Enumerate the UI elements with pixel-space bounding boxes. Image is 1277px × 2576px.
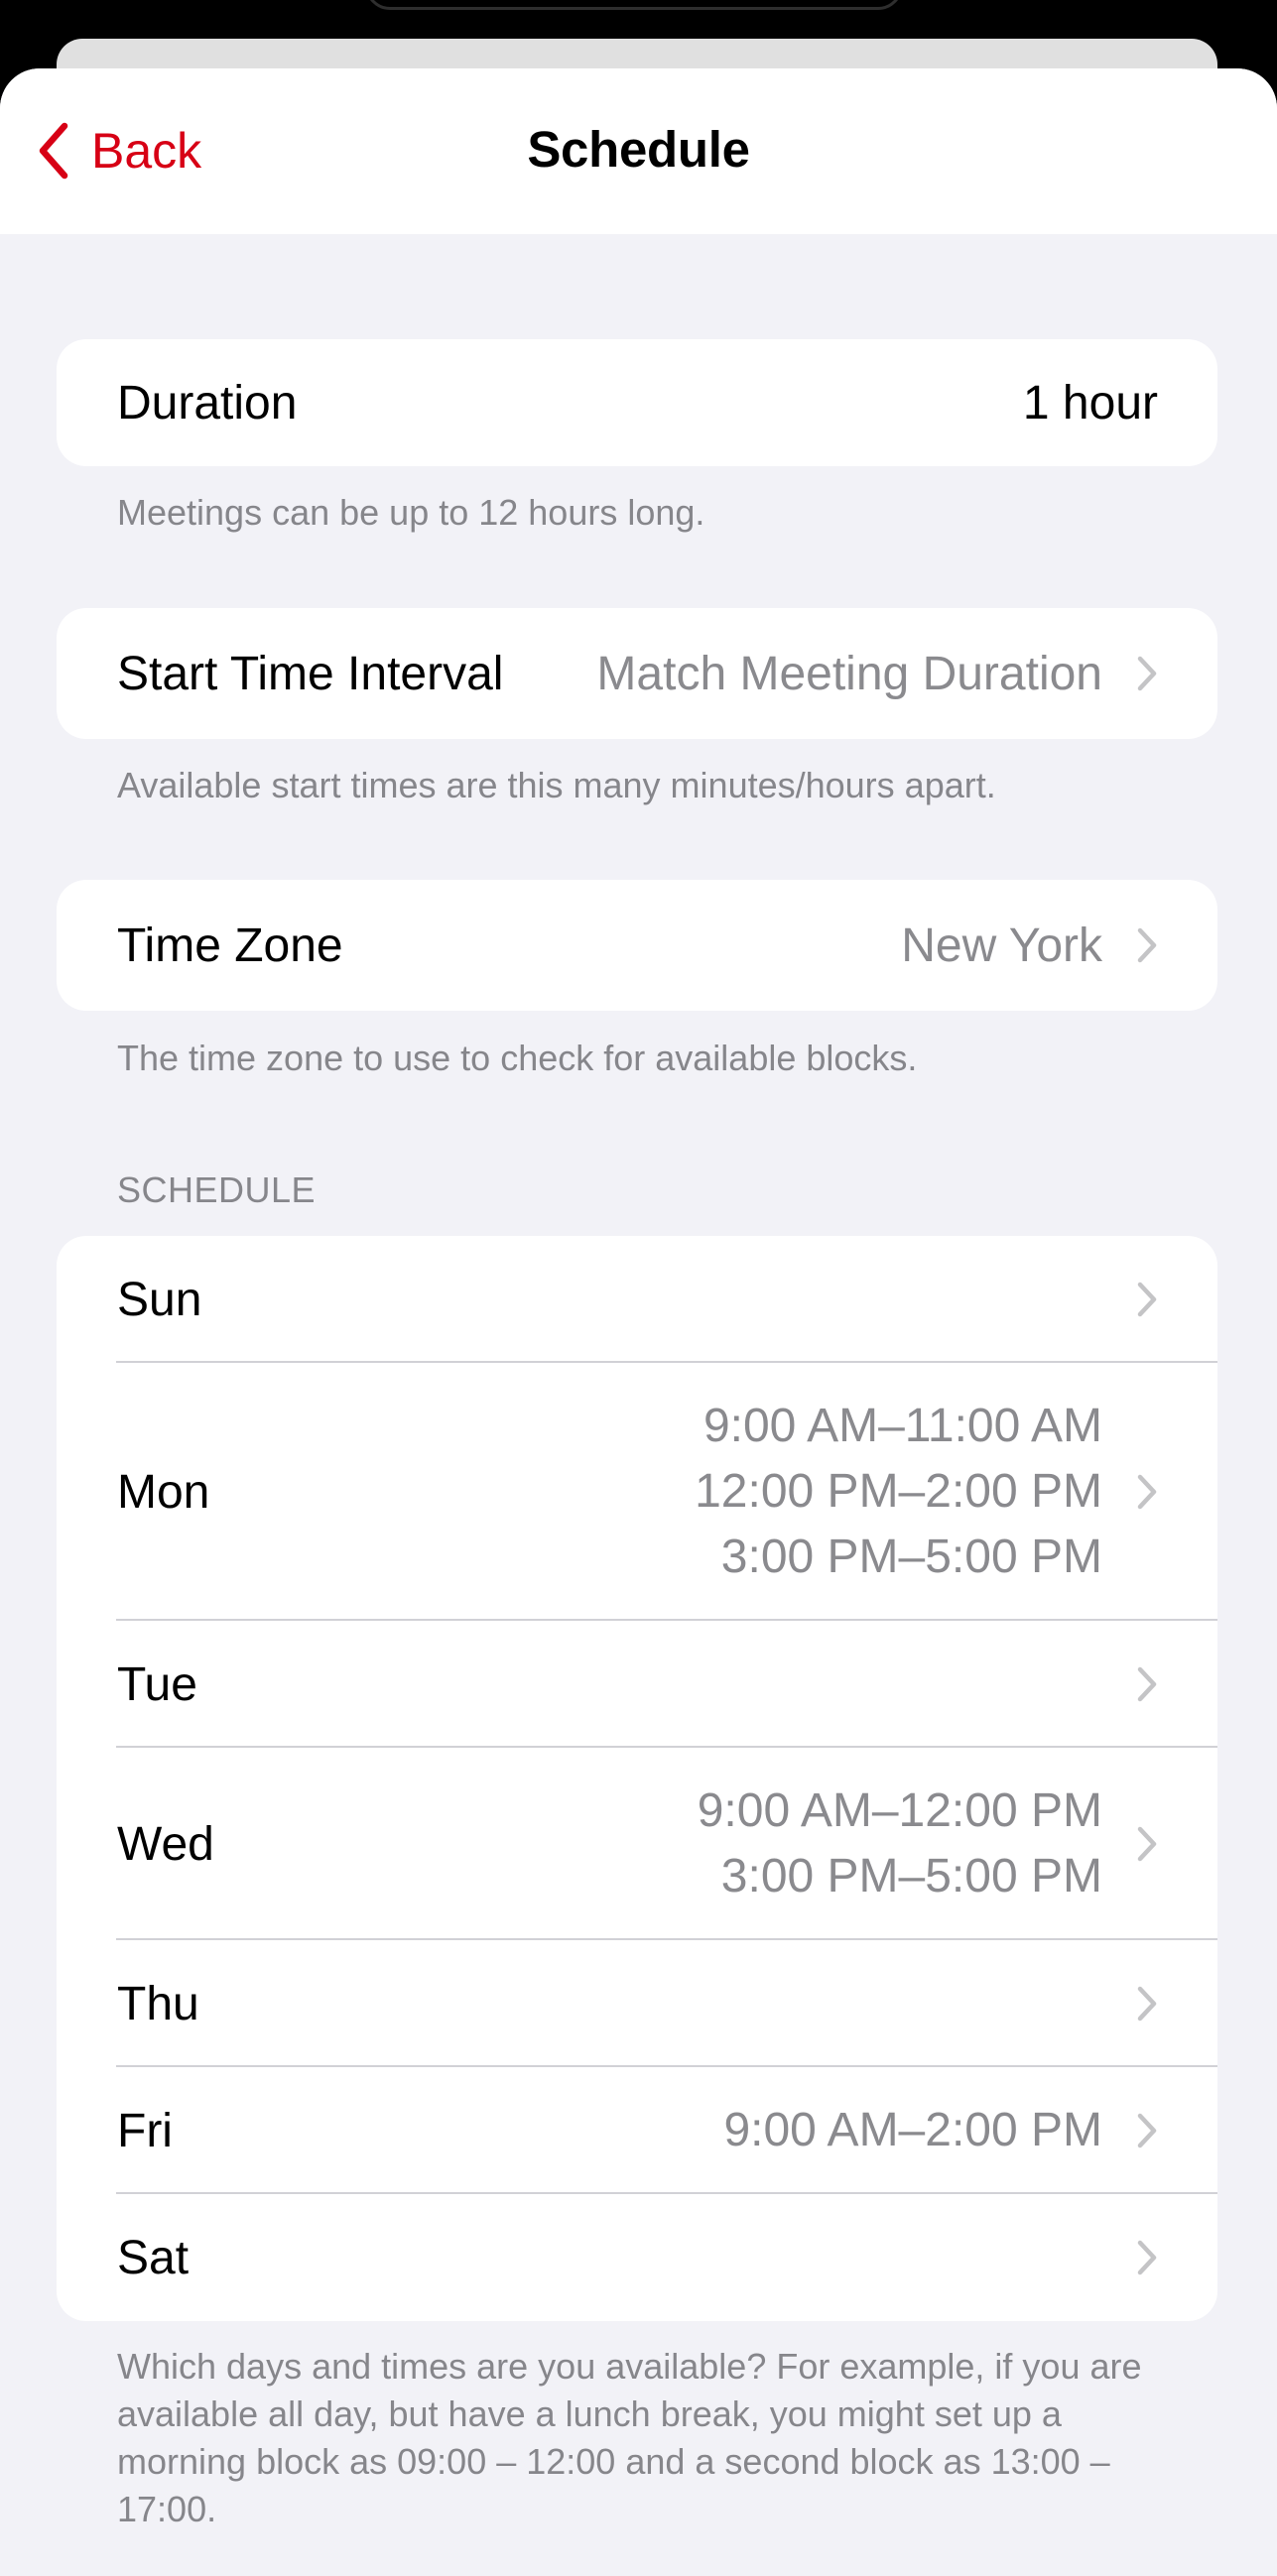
chevron-right-icon (1137, 1666, 1157, 1702)
day-label: Wed (117, 1817, 214, 1871)
day-value-group: 9:00 AM–12:00 PM 3:00 PM–5:00 PM (698, 1779, 1158, 1909)
time-block: 3:00 PM–5:00 PM (720, 1531, 1102, 1583)
start-time-interval-row[interactable]: Start Time Interval Match Meeting Durati… (57, 608, 1217, 739)
day-value-group (1102, 1665, 1158, 1703)
day-label: Sat (117, 2231, 190, 2284)
time-zone-row[interactable]: Time Zone New York (57, 880, 1217, 1011)
time-block: 3:00 PM–5:00 PM (720, 1850, 1102, 1902)
schedule-section-header: SCHEDULE (117, 1169, 317, 1210)
day-value-group (1102, 1281, 1158, 1318)
schedule-day-row-sat[interactable]: Sat (57, 2194, 1217, 2321)
day-value-group (1102, 2239, 1158, 2276)
schedule-day-row-sun[interactable]: Sun (57, 1236, 1217, 1363)
chevron-right-icon (1137, 1986, 1157, 2022)
time-blocks: 9:00 AM–12:00 PM 3:00 PM–5:00 PM (698, 1779, 1102, 1909)
day-value-group (1102, 1985, 1158, 2023)
chevron-right-icon (1137, 1826, 1157, 1862)
time-zone-card: Time Zone New York (57, 880, 1217, 1011)
time-blocks: 9:00 AM–2:00 PM (723, 2098, 1102, 2163)
dynamic-island (365, 0, 903, 10)
start-time-interval-value: Match Meeting Duration (596, 647, 1102, 700)
day-value-group: 9:00 AM–2:00 PM (723, 2098, 1158, 2163)
time-block: 9:00 AM–2:00 PM (723, 2104, 1102, 2156)
chevron-right-icon (1137, 656, 1157, 691)
start-time-interval-footnote: Available start times are this many minu… (117, 765, 996, 805)
schedule-footnote: Which days and times are you available? … (117, 2346, 1142, 2529)
duration-label: Duration (117, 376, 298, 429)
duration-footnote: Meetings can be up to 12 hours long. (117, 492, 705, 533)
chevron-right-icon (1137, 2240, 1157, 2275)
schedule-day-row-mon[interactable]: Mon 9:00 AM–11:00 AM 12:00 PM–2:00 PM 3:00 … (57, 1363, 1217, 1621)
time-zone-label: Time Zone (117, 919, 343, 972)
chevron-right-icon (1137, 927, 1157, 963)
day-label: Sun (117, 1273, 202, 1326)
day-value-group: 9:00 AM–11:00 AM 12:00 PM–2:00 PM 3:00 PM–… (695, 1394, 1158, 1590)
day-label: Tue (117, 1657, 197, 1711)
start-time-interval-card: Start Time Interval Match Meeting Durati… (57, 608, 1217, 739)
chevron-right-icon (1137, 1282, 1157, 1317)
schedule-day-row-thu[interactable]: Thu (57, 1940, 1217, 2067)
day-label: Mon (117, 1465, 210, 1519)
start-time-interval-label: Start Time Interval (117, 647, 504, 700)
page-title: Schedule (527, 121, 750, 178)
schedule-sheet: Back Schedule Duration 1 hour Meetings c… (0, 68, 1277, 2576)
schedule-day-row-fri[interactable]: Fri 9:00 AM–2:00 PM (57, 2067, 1217, 2194)
schedule-day-row-tue[interactable]: Tue (57, 1621, 1217, 1748)
time-block: 12:00 PM–2:00 PM (695, 1465, 1102, 1518)
time-blocks: 9:00 AM–11:00 AM 12:00 PM–2:00 PM 3:00 PM–… (695, 1394, 1102, 1590)
chevron-right-icon (1137, 2113, 1157, 2148)
time-zone-footnote: The time zone to use to check for availa… (117, 1038, 918, 1078)
chevron-right-icon (1137, 1474, 1157, 1510)
duration-value: 1 hour (1022, 376, 1158, 429)
time-block: 9:00 AM–12:00 PM (697, 1784, 1102, 1837)
day-label: Thu (117, 1977, 199, 2030)
schedule-card: Sun Mon 9:00 AM–11:00 AM 12:00 PM–2:00 PM 3:… (57, 1236, 1217, 2321)
navigation-bar: Back Schedule (0, 68, 1277, 234)
duration-row[interactable]: Duration 1 hour (57, 339, 1217, 466)
time-block: 9:00 AM–11:00 AM (702, 1400, 1102, 1452)
duration-card: Duration 1 hour (57, 339, 1217, 466)
time-zone-value: New York (901, 919, 1102, 972)
day-label: Fri (117, 2104, 173, 2157)
schedule-day-row-wed[interactable]: Wed 9:00 AM–12:00 PM 3:00 PM–5:00 PM (57, 1748, 1217, 1940)
